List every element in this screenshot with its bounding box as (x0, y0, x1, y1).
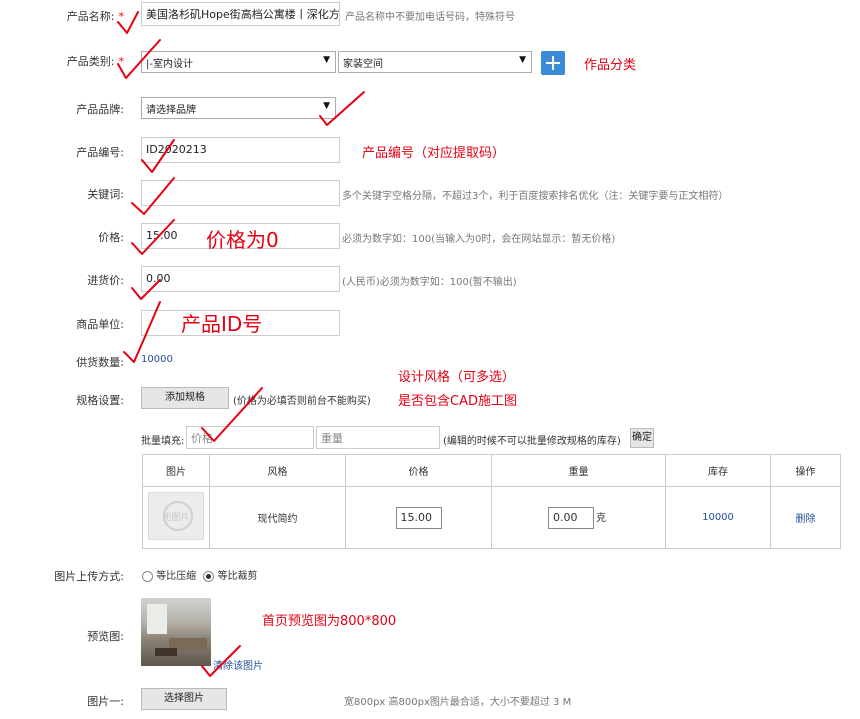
check-mark-icon (319, 91, 365, 126)
check-mark-icon (123, 301, 161, 363)
check-mark-icon (117, 11, 139, 34)
check-mark-icon (131, 177, 175, 215)
check-mark-icon (117, 39, 161, 79)
check-mark-icon (201, 645, 241, 677)
check-mark-icon (141, 139, 175, 173)
check-mark-icon (201, 387, 263, 442)
check-mark-icon (131, 279, 161, 300)
check-mark-icon (131, 219, 175, 255)
annotation-check-marks (117, 11, 365, 677)
